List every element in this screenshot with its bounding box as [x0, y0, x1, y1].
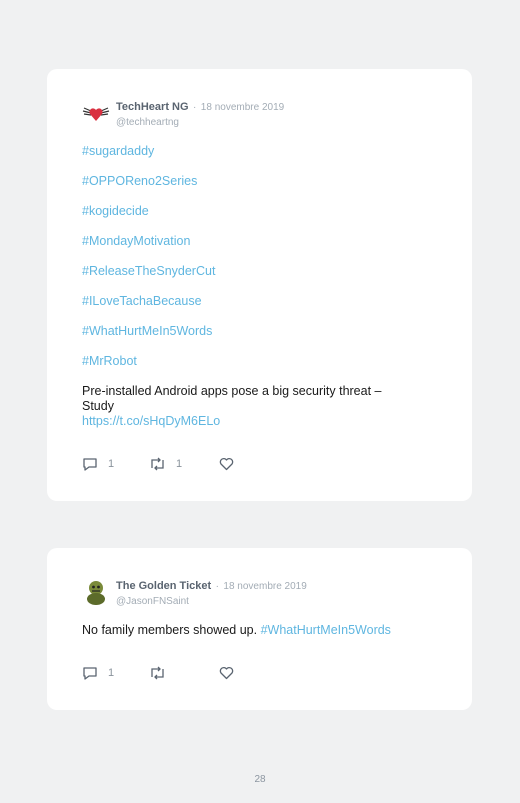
hashtag-link[interactable]: #ILoveTachaBecause	[82, 294, 442, 309]
like-button[interactable]	[219, 457, 244, 471]
reply-button[interactable]: 1	[82, 666, 114, 680]
hashtag-link[interactable]: #kogidecide	[82, 204, 442, 219]
tweet-url-link[interactable]: https://t.co/sHqDyM6ELo	[82, 414, 442, 429]
reply-button[interactable]: 1	[82, 457, 114, 471]
retweet-button[interactable]	[149, 666, 176, 680]
retweet-icon	[151, 457, 164, 471]
author-name[interactable]: TechHeart NG	[116, 101, 189, 113]
retweet-button[interactable]: 1	[149, 457, 182, 471]
hashtag-link[interactable]: #OPPOReno2Series	[82, 174, 442, 189]
hashtag-link[interactable]: #ReleaseTheSnyderCut	[82, 264, 442, 279]
hashtag-link[interactable]: #MrRobot	[82, 354, 442, 369]
page-number: 28	[254, 774, 266, 785]
like-button[interactable]	[219, 666, 244, 680]
tweet-date[interactable]: 18 novembre 2019	[223, 581, 306, 592]
tweet-card: TechHeart NG · 18 novembre 2019 @techhea…	[47, 69, 472, 501]
reply-count: 1	[108, 667, 115, 679]
tweet-card: The Golden Ticket · 18 novembre 2019 @Ja…	[47, 548, 472, 710]
hashtag-link[interactable]: #WhatHurtMeIn5Words	[261, 623, 391, 637]
retweet-count: 1	[176, 458, 183, 470]
separator: ·	[193, 102, 197, 113]
tweet-text-line: Study	[82, 399, 114, 413]
tweet-body: No family members showed up. #WhatHurtMe…	[82, 623, 442, 638]
reply-icon	[83, 458, 97, 471]
tweet-text: No family members showed up.	[82, 623, 258, 637]
tweet-text-line: Pre-installed Android apps pose a big se…	[82, 384, 382, 398]
reply-count: 1	[108, 458, 115, 470]
author-name[interactable]: The Golden Ticket	[116, 580, 211, 592]
separator: ·	[215, 581, 219, 592]
like-icon	[219, 457, 234, 471]
avatar[interactable]	[82, 578, 110, 606]
tweet-body: #sugardaddy #OPPOReno2Series #kogidecide…	[82, 144, 442, 429]
reply-icon	[83, 667, 97, 680]
like-icon	[219, 666, 234, 680]
author-handle[interactable]: @JasonFNSaint	[116, 596, 307, 607]
avatar[interactable]	[82, 99, 110, 127]
retweet-icon	[151, 666, 164, 680]
tweet-date[interactable]: 18 novembre 2019	[201, 102, 284, 113]
hashtag-link[interactable]: #WhatHurtMeIn5Words	[82, 324, 442, 339]
hashtag-link[interactable]: #sugardaddy	[82, 144, 442, 159]
hashtag-link[interactable]: #MondayMotivation	[82, 234, 442, 249]
author-handle[interactable]: @techheartng	[116, 117, 284, 128]
